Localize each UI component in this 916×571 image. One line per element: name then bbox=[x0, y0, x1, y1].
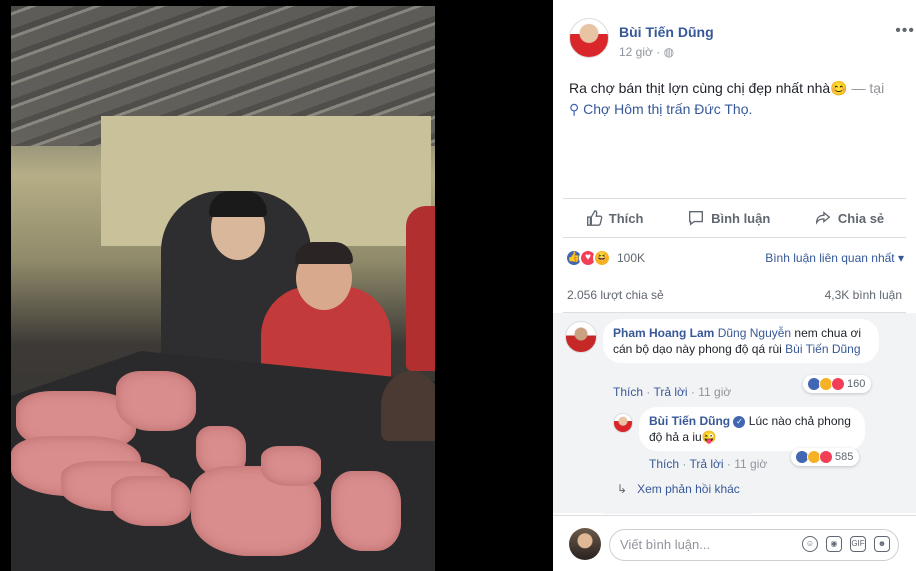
post-photo[interactable] bbox=[11, 6, 435, 571]
author-avatar[interactable] bbox=[569, 18, 609, 58]
man-hair bbox=[209, 191, 267, 217]
comment-reply-link[interactable]: Trả lời bbox=[653, 385, 687, 399]
reply-reply-link[interactable]: Trả lời bbox=[689, 457, 723, 471]
sticker-icon[interactable]: ☻ bbox=[874, 536, 890, 552]
comment-like-link[interactable]: Thích bbox=[613, 385, 643, 399]
view-more-replies[interactable]: ↳ Xem phản hồi khác bbox=[617, 482, 740, 496]
share-count[interactable]: 2.056 lượt chia sẻ bbox=[567, 288, 664, 302]
comment-tag-2[interactable]: Bùi Tiến Dũng bbox=[785, 342, 860, 356]
vendor-right bbox=[406, 206, 435, 371]
post-time[interactable]: 12 giờ · ◍ bbox=[619, 45, 674, 59]
share-icon bbox=[815, 211, 831, 225]
haha-reaction-icon: 😆 bbox=[593, 249, 611, 267]
comment-author[interactable]: Pham Hoang Lam bbox=[613, 326, 714, 340]
post-panel: Bùi Tiến Dũng 12 giờ · ◍ ••• Ra chợ bán … bbox=[553, 0, 916, 571]
comment-button[interactable]: Bình luận bbox=[687, 209, 770, 227]
verified-badge-icon: ✓ bbox=[733, 415, 746, 428]
post-time-text[interactable]: 12 giờ bbox=[619, 45, 653, 59]
more-options-icon[interactable]: ••• bbox=[895, 22, 915, 40]
post-header: Bùi Tiến Dũng 12 giờ · ◍ ••• bbox=[569, 18, 914, 64]
my-avatar bbox=[569, 528, 601, 560]
comment-bubble: Pham Hoang Lam Dũng Nguyễn nem chua ơi c… bbox=[603, 319, 879, 363]
replier-avatar[interactable] bbox=[613, 413, 633, 433]
woman-hair bbox=[295, 242, 353, 264]
comment-input-placeholder: Viết bình luận... bbox=[620, 537, 711, 552]
location-pin-icon: ⚲ bbox=[569, 101, 580, 117]
reply-time[interactable]: 11 giờ bbox=[734, 457, 767, 471]
share-button[interactable]: Chia sẻ bbox=[814, 209, 884, 227]
post-stats: 2.056 lượt chia sẻ 4,3K bình luận bbox=[567, 288, 902, 302]
comments-section: Pham Hoang Lam Dũng Nguyễn nem chua ơi c… bbox=[553, 313, 916, 513]
reply-bubble: Bùi Tiến Dũng ✓ Lúc nào chả phong độ hả … bbox=[639, 407, 865, 451]
next-comment-fragment bbox=[603, 500, 753, 514]
comment-icon bbox=[689, 211, 704, 226]
reply-arrow-icon: ↳ bbox=[617, 482, 628, 496]
reply-like-link[interactable]: Thích bbox=[649, 457, 679, 471]
reply-reactions[interactable]: 585 bbox=[791, 448, 860, 466]
thumbs-up-icon bbox=[586, 210, 603, 226]
post-status: Ra chợ bán thịt lợn cùng chị đẹp nhất nh… bbox=[569, 78, 899, 120]
emoji-icon[interactable]: ☺ bbox=[802, 536, 818, 552]
comment-react-count: 160 bbox=[847, 378, 866, 390]
reply-react-count: 585 bbox=[835, 451, 854, 463]
comment-meta: Thích · Trả lời · 11 giờ bbox=[613, 385, 732, 399]
composer-icons: ☺ ◉ GIF ☻ bbox=[802, 536, 890, 552]
comment-composer: Viết bình luận... ☺ ◉ GIF ☻ bbox=[553, 515, 916, 571]
comment-label: Bình luận bbox=[711, 210, 771, 226]
status-text: Ra chợ bán thịt lợn cùng chị đẹp nhất nh… bbox=[569, 80, 848, 96]
reactions-row[interactable]: 👍 ♥ 😆 100K Bình luận liên quan nhất ▾ bbox=[565, 248, 904, 270]
meat-piece bbox=[111, 476, 191, 526]
reaction-count[interactable]: 100K bbox=[617, 251, 645, 265]
author-name[interactable]: Bùi Tiến Dũng bbox=[619, 24, 714, 40]
reply-meta: Thích · Trả lời · 11 giờ bbox=[649, 457, 768, 471]
comment-count[interactable]: 4,3K bình luận bbox=[825, 288, 902, 302]
status-place[interactable]: Chợ Hôm thị trấn Đức Thọ. bbox=[583, 101, 752, 117]
like-label: Thích bbox=[608, 210, 644, 226]
meat-piece bbox=[331, 471, 401, 551]
view-replies-text: Xem phản hồi khác bbox=[637, 482, 740, 496]
share-label: Chia sẻ bbox=[837, 210, 885, 226]
status-dash: — tại bbox=[847, 80, 885, 96]
comment-sort-dropdown[interactable]: Bình luận liên quan nhất ▾ bbox=[765, 251, 904, 265]
commenter-avatar[interactable] bbox=[565, 321, 597, 353]
cutting-board bbox=[381, 371, 435, 441]
reply-author[interactable]: Bùi Tiến Dũng bbox=[649, 414, 730, 428]
globe-icon: · ◍ bbox=[656, 45, 675, 59]
camera-icon[interactable]: ◉ bbox=[826, 536, 842, 552]
comment-tag[interactable]: Dũng Nguyễn bbox=[718, 326, 791, 340]
gif-icon[interactable]: GIF bbox=[850, 536, 866, 552]
like-button[interactable]: Thích bbox=[585, 209, 644, 227]
meat-piece bbox=[261, 446, 321, 486]
love-reaction-icon bbox=[831, 377, 845, 391]
comment-time[interactable]: 11 giờ bbox=[698, 385, 731, 399]
post-actions: Thích Bình luận Chia sẻ bbox=[563, 198, 906, 238]
love-reaction-icon bbox=[819, 450, 833, 464]
meat-piece bbox=[116, 371, 196, 431]
comment-reactions[interactable]: 160 bbox=[803, 375, 872, 393]
